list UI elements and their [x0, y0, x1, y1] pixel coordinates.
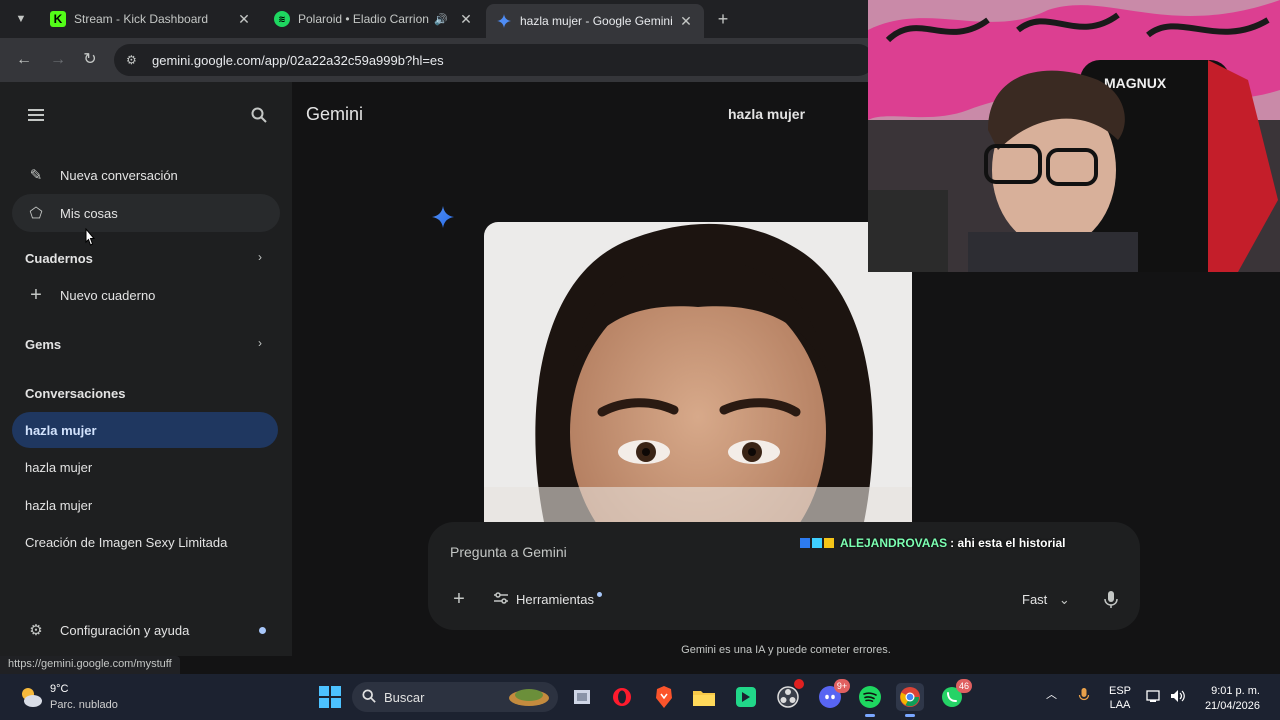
- microphone-in-use-icon[interactable]: [1078, 687, 1090, 707]
- close-tab-icon[interactable]: ✕: [236, 11, 252, 28]
- dev-app-icon[interactable]: [732, 683, 760, 711]
- discord-icon[interactable]: 9+: [816, 679, 850, 711]
- conversations-heading: Conversaciones: [25, 386, 126, 401]
- disclaimer-text: Gemini es una IA y puede cometer errores…: [681, 644, 891, 656]
- tab-search-chevron-icon[interactable]: ▼: [8, 7, 34, 31]
- show-hidden-icons-chevron-icon[interactable]: ︿: [1046, 688, 1057, 702]
- sliders-icon: [494, 592, 508, 607]
- kick-icon: K: [50, 11, 66, 27]
- speaker-icon[interactable]: 🔊: [434, 13, 450, 26]
- volume-icon[interactable]: [1170, 689, 1186, 707]
- windows-start-icon[interactable]: [316, 683, 344, 711]
- whatsapp-icon[interactable]: 46: [938, 679, 972, 711]
- gems-heading[interactable]: Gems: [25, 337, 61, 352]
- tools-new-dot: [597, 592, 603, 597]
- tab-kick-dashboard[interactable]: K Stream - Kick Dashboard ✕: [40, 4, 262, 34]
- notebooks-heading[interactable]: Cuadernos: [25, 251, 93, 266]
- gemini-sparkle-icon: [432, 206, 454, 228]
- chevron-right-icon[interactable]: ›: [258, 336, 262, 350]
- app-title[interactable]: Gemini: [306, 104, 363, 125]
- weather-cloud-sun-icon[interactable]: [18, 684, 44, 710]
- conversation-item[interactable]: hazla mujer: [12, 449, 278, 485]
- url-text[interactable]: gemini.google.com/app/02a22a32c59a999b?h…: [152, 53, 444, 68]
- search-highlight-icon: [506, 684, 552, 711]
- add-attachment-plus-icon[interactable]: +: [448, 588, 470, 610]
- prompt-input[interactable]: Pregunta a Gemini: [450, 544, 567, 560]
- running-indicator: [865, 714, 875, 717]
- chevron-down-icon: ⌄: [1058, 592, 1070, 607]
- running-indicator: [905, 714, 915, 717]
- new-notebook-button[interactable]: + Nuevo cuaderno: [0, 276, 292, 314]
- recording-dot: [794, 679, 804, 689]
- network-icon[interactable]: [1146, 689, 1162, 707]
- conversation-item[interactable]: Creación de Imagen Sexy Limitada: [12, 524, 278, 560]
- notification-dot: [259, 627, 266, 634]
- hamburger-menu-icon[interactable]: [22, 101, 50, 129]
- chevron-right-icon[interactable]: ›: [258, 250, 262, 264]
- shapes-icon: ⬠: [29, 205, 43, 222]
- search-icon: [362, 688, 376, 706]
- brave-icon[interactable]: [650, 683, 678, 711]
- model-selector[interactable]: Fast ⌄: [1022, 592, 1070, 608]
- my-stuff-button[interactable]: ⬠ Mis cosas: [12, 194, 280, 232]
- plus-icon: +: [30, 283, 42, 306]
- edit-square-icon: ✎: [29, 167, 43, 184]
- chat-badge-icon: [812, 538, 822, 548]
- microphone-icon[interactable]: [1100, 588, 1122, 610]
- spotify-icon[interactable]: [856, 683, 884, 717]
- forward-arrow-icon[interactable]: →: [46, 48, 70, 72]
- site-settings-icon[interactable]: ⚙: [126, 53, 144, 67]
- gear-icon: ⚙: [29, 622, 43, 639]
- address-bar[interactable]: ⚙ gemini.google.com/app/02a22a32c59a999b…: [114, 44, 874, 76]
- chrome-icon[interactable]: [896, 683, 924, 717]
- weather-temperature[interactable]: 9°C: [50, 683, 68, 695]
- conversation-item[interactable]: hazla mujer: [12, 487, 278, 523]
- generated-image[interactable]: [484, 222, 912, 522]
- search-icon[interactable]: [245, 101, 273, 129]
- windows-taskbar: 9°C Parc. nublado Buscar 9+ 46 ︿ ESP LAA…: [0, 674, 1280, 720]
- back-arrow-icon[interactable]: ←: [12, 48, 36, 72]
- chat-username: ALEJANDROVAAS: [840, 536, 948, 550]
- file-explorer-icon[interactable]: [690, 683, 718, 711]
- discord-badge: 9+: [834, 679, 850, 693]
- settings-help-button[interactable]: ⚙ Configuración y ayuda: [0, 611, 292, 649]
- new-chat-button[interactable]: ✎ Nueva conversación: [0, 156, 292, 194]
- chat-text: : ahi esta el historial: [950, 536, 1066, 550]
- close-tab-icon[interactable]: ✕: [458, 11, 474, 28]
- gemini-sidebar: ✎ Nueva conversación ⬠ Mis cosas Cuadern…: [0, 82, 292, 656]
- tab-spotify[interactable]: ≋ Polaroid • Eladio Carrion 🔊 ✕: [264, 4, 484, 34]
- clock[interactable]: 9:01 p. m. 21/04/2026: [1198, 684, 1260, 714]
- chat-badge-icon: [824, 538, 834, 548]
- obs-recording-icon[interactable]: [774, 679, 804, 711]
- spotify-icon: ≋: [274, 11, 290, 27]
- conversation-title: hazla mujer: [728, 106, 806, 122]
- whatsapp-badge: 46: [956, 679, 972, 693]
- tab-gemini[interactable]: hazla mujer - Google Gemini ✕: [486, 4, 704, 38]
- webcam-chair-text: MAGNUX: [1104, 75, 1167, 91]
- conversation-item[interactable]: hazla mujer: [12, 412, 278, 448]
- close-tab-icon[interactable]: ✕: [678, 13, 694, 30]
- gemini-icon: [496, 13, 512, 29]
- new-tab-plus-icon[interactable]: +: [712, 8, 734, 30]
- task-view-icon[interactable]: [568, 683, 596, 711]
- webcam-overlay: MAGNUX: [868, 0, 1280, 272]
- status-bar-url: https://gemini.google.com/mystuff: [0, 656, 180, 674]
- tools-button[interactable]: Herramientas: [494, 592, 603, 607]
- weather-description[interactable]: Parc. nublado: [50, 699, 118, 711]
- chat-badge-icon: [800, 538, 810, 548]
- stream-chat-message: ALEJANDROVAAS : ahi esta el historial: [800, 536, 1066, 550]
- mouse-pointer-icon: [82, 227, 96, 251]
- opera-icon[interactable]: [608, 683, 636, 711]
- taskbar-search-box[interactable]: Buscar: [352, 682, 558, 712]
- reload-icon[interactable]: ↻: [78, 48, 102, 72]
- language-indicator[interactable]: ESP LAA: [1106, 684, 1134, 712]
